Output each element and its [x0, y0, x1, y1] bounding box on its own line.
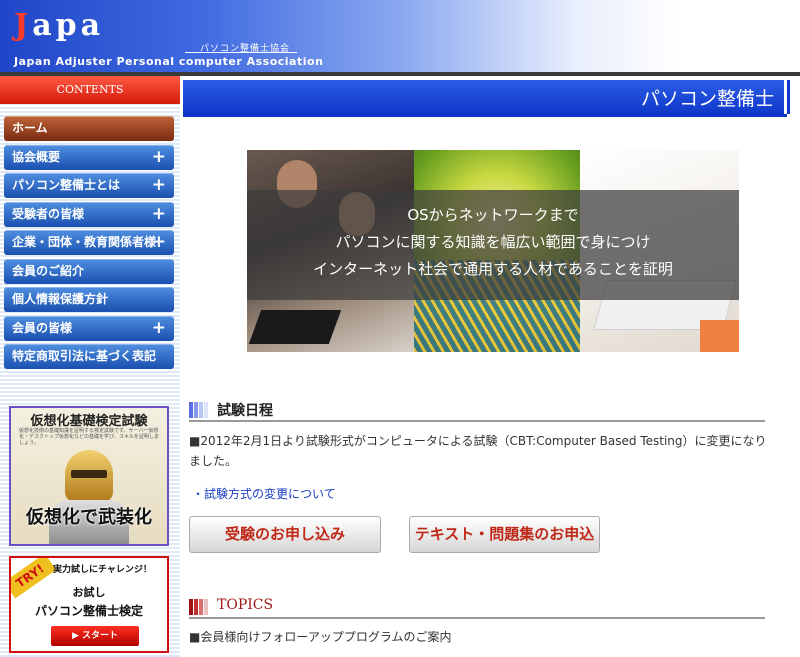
section-bars-i-i1-2: [189, 599, 193, 615]
hero-image: OSからネットワークまで パソコンに関する知識を幅広い範囲で身につけ インターネ…: [247, 150, 739, 352]
section-title: TOPICS: [217, 597, 274, 613]
topic-item[interactable]: ■会員様向けフォローアッププログラムのご案内: [189, 628, 452, 645]
section-bars-icon: [189, 402, 209, 418]
hero-caption-line-2: パソコンに関する知識を幅広い範囲で身につけ: [335, 233, 651, 251]
section-bars-i-i3-2: [199, 599, 203, 615]
banner-title: 仮想化基礎検定試験: [30, 414, 148, 429]
sidebar-item-what-is[interactable]: パソコン整備士とは +: [4, 173, 174, 198]
plus-icon: +: [151, 146, 166, 167]
section-bars-i-i4: [204, 402, 208, 418]
plus-icon: +: [151, 203, 166, 224]
sidebar-item-label: 企業・団体・教育関係者様: [12, 235, 157, 249]
sidebar-item-home[interactable]: ホーム: [4, 116, 174, 141]
section-bars-i-i4-2: [204, 599, 208, 615]
banner-description: 仮想化技術の基礎知識を証明する検定試験です。サーバー仮想化・デスクトップ仮想化な…: [19, 428, 160, 446]
page-title: パソコン整備士: [640, 88, 774, 110]
logo-divider: [185, 52, 297, 53]
section-title: 試験日程: [217, 403, 273, 419]
sidebar-item-label: 特定商取引法に基づく表記: [12, 349, 157, 363]
section-bars-i-i2: [194, 402, 198, 418]
exam-notice: ■2012年2月1日より試験形式がコンピュータによる試験（CBT:Compute…: [189, 434, 767, 468]
exam-schedule-heading: 試験日程: [189, 400, 765, 422]
sidebar-item-organizations[interactable]: 企業・団体・教育関係者様 +: [4, 230, 174, 255]
virtualization-exam-banner[interactable]: 仮想化基礎検定試験 仮想化技術の基礎知識を証明する検定試験です。サーバー仮想化・…: [9, 406, 169, 546]
hero-people-laptop: [248, 310, 342, 344]
site-header: Japa パソコン整備士協会 Japan Adjuster Personal c…: [0, 0, 800, 72]
order-textbook-button[interactable]: テキスト・問題集のお申込: [409, 516, 600, 553]
sidebar-item-label: ホーム: [12, 121, 48, 135]
section-bars-i-i2-2: [194, 599, 198, 615]
plus-icon: +: [151, 317, 166, 338]
sidebar-item-label: 個人情報保護方針: [12, 292, 109, 306]
sidebar-item-label: 受験者の皆様: [12, 206, 85, 221]
hero-caption-line-1: OSからネットワークまで: [407, 206, 579, 224]
sidebar-item-label: パソコン整備士とは: [12, 178, 121, 192]
sidebar-item-members-intro[interactable]: 会員のご紹介: [4, 258, 174, 284]
contents-heading: CONTENTS: [0, 76, 180, 104]
exam-format-change-link[interactable]: ・試験方式の変更について: [192, 485, 336, 502]
sidebar-item-label: 協会概要: [12, 149, 61, 164]
topics-heading: TOPICS: [189, 597, 765, 619]
logo-wordmark[interactable]: Japa: [14, 8, 104, 43]
banner-trial-text: お試し: [72, 586, 106, 599]
plus-icon: +: [151, 232, 166, 252]
start-button[interactable]: ▶ スタート: [51, 626, 139, 646]
sidebar-item-label: 会員の皆様: [12, 320, 73, 335]
sidebar-item-label: 会員のご紹介: [12, 263, 85, 278]
logo-english-name: Japan Adjuster Personal computer Associa…: [14, 55, 324, 68]
sidebar-item-examinees[interactable]: 受験者の皆様 +: [4, 201, 174, 227]
hero-keyboard-orange: [700, 320, 739, 352]
section-bars-i-i3: [199, 402, 203, 418]
banner-exam-name: パソコン整備士検定: [34, 604, 143, 618]
sidebar-item-about[interactable]: 協会概要 +: [4, 144, 174, 170]
sidebar-item-commercial-law[interactable]: 特定商取引法に基づく表記: [4, 344, 174, 369]
sidebar-item-privacy[interactable]: 個人情報保護方針: [4, 287, 174, 312]
page-title-bar: パソコン整備士: [183, 80, 787, 114]
apply-exam-button[interactable]: 受験のお申し込み: [189, 516, 381, 553]
sidebar: CONTENTS ホーム 協会概要 + パソコン整備士とは + 受験者の皆様 +…: [0, 76, 180, 657]
trial-exam-banner[interactable]: TRY! 実力試しにチャレンジ！ お試し パソコン整備士検定 ▶ スタート: [9, 556, 169, 653]
section-bars-icon: [189, 599, 209, 615]
section-bars-i-i1: [189, 402, 193, 418]
banner-challenge-text: 実力試しにチャレンジ！: [53, 565, 152, 575]
sidebar-menu: ホーム 協会概要 + パソコン整備士とは + 受験者の皆様 + 企業・団体・教育…: [4, 116, 174, 373]
title-underline: [183, 114, 787, 117]
hero-caption-line-3: インターネット社会で通用する人材であることを証明: [313, 260, 673, 278]
sidebar-item-members[interactable]: 会員の皆様 +: [4, 315, 174, 341]
helmet-visor-icon: [71, 470, 107, 478]
plus-icon: +: [151, 175, 166, 195]
banner-slogan: 仮想化で武装化: [26, 507, 152, 528]
hero-caption-overlay: OSからネットワークまで パソコンに関する知識を幅広い範囲で身につけ インターネ…: [247, 190, 739, 300]
